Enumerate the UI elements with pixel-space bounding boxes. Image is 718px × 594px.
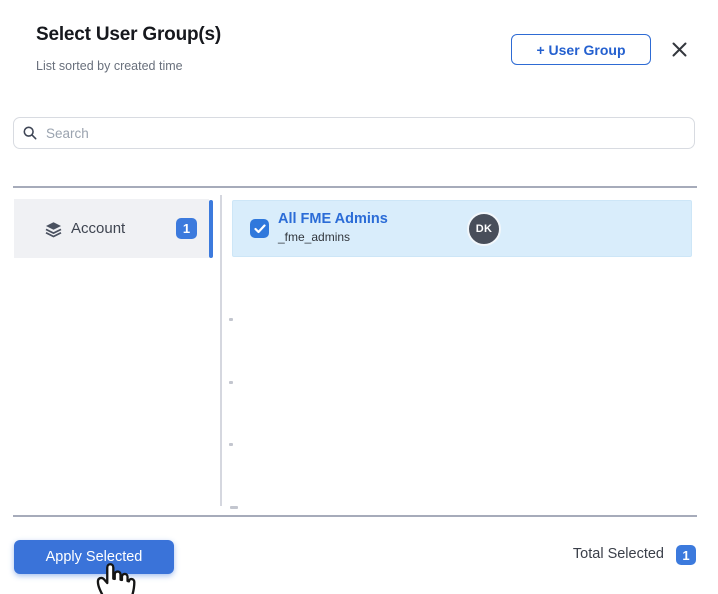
search-icon [23,126,37,140]
user-group-row[interactable]: All FME Admins _fme_admins DK [232,200,692,257]
search-input[interactable] [44,124,685,142]
sidebar-list-divider [220,195,222,506]
layers-icon [45,221,62,237]
search-box [13,117,695,149]
avatar: DK [467,212,501,246]
content-bottom-divider [13,515,697,517]
close-icon [672,42,686,56]
sidebar-item-account[interactable]: Account 1 [14,199,209,258]
content-top-divider [13,186,697,188]
total-selected-label: Total Selected [572,546,664,562]
sidebar-item-label: Account [71,220,126,237]
group-name: All FME Admins [278,211,388,227]
apply-selected-button[interactable]: Apply Selected [14,540,174,574]
list-marker-dot [230,506,238,509]
total-selected-badge: 1 [676,545,696,565]
sidebar-active-indicator [209,200,213,258]
page-title: Select User Group(s) [36,24,221,45]
group-checkbox[interactable] [250,219,269,238]
list-marker-dot [229,443,233,446]
sidebar-count-badge: 1 [176,218,197,239]
list-marker-dot [229,318,233,321]
check-icon [253,223,266,233]
sort-hint-text: List sorted by created time [36,59,183,73]
select-user-group-dialog: Select User Group(s) List sorted by crea… [0,0,718,594]
close-button[interactable] [668,38,690,60]
add-user-group-label: + User Group [536,41,626,58]
group-code: _fme_admins [278,230,351,244]
list-marker-dot [229,381,233,384]
add-user-group-button[interactable]: + User Group [511,34,651,65]
